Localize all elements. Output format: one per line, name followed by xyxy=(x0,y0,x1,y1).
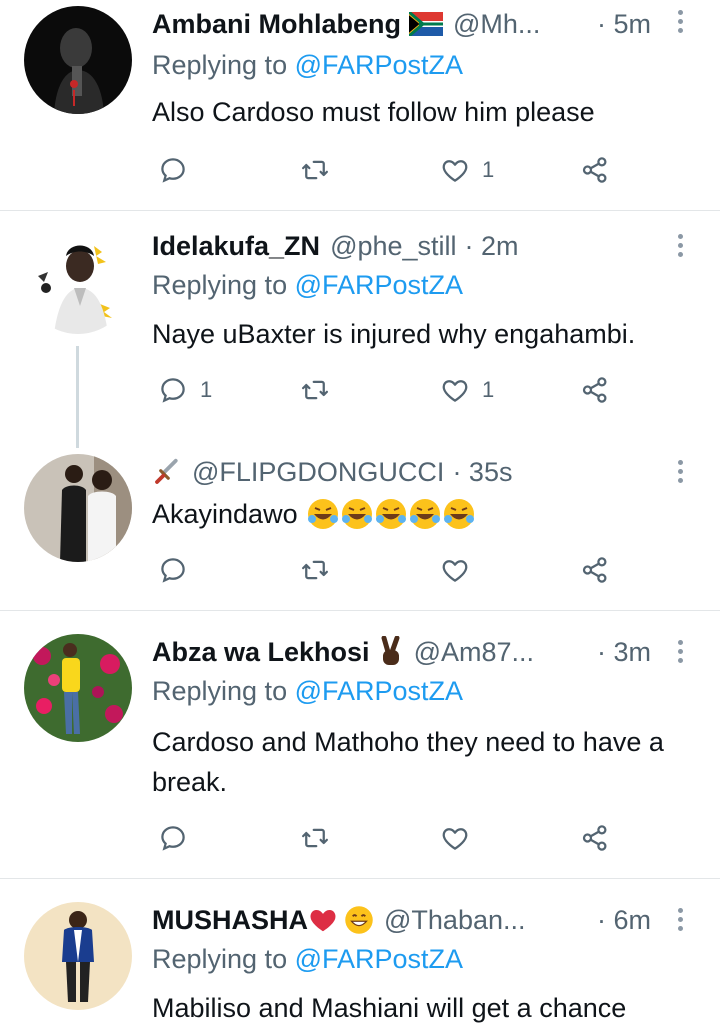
timestamp[interactable]: · 3m xyxy=(597,632,651,672)
share-icon xyxy=(582,377,607,403)
avatar-image xyxy=(24,6,132,114)
retweet-button[interactable] xyxy=(300,370,330,410)
timestamp[interactable]: · 6m xyxy=(597,900,651,940)
mention-link[interactable]: @FARPostZA xyxy=(295,50,463,80)
reply-icon xyxy=(161,558,185,583)
display-name[interactable]: MUSHASHA xyxy=(152,905,308,936)
reply-icon xyxy=(161,158,185,183)
like-button[interactable]: 1 xyxy=(440,150,494,190)
more-vertical-icon[interactable] xyxy=(676,10,684,36)
share-icon xyxy=(582,157,607,183)
retweet-button[interactable] xyxy=(300,150,330,190)
reply-count: 1 xyxy=(200,377,213,402)
replying-to: Replying to @FARPostZA xyxy=(152,270,464,300)
reply-button[interactable] xyxy=(158,818,188,858)
tweet-text: Akayindawo xyxy=(152,494,702,534)
display-name[interactable]: Ambani Mohlabeng xyxy=(152,9,401,40)
share-icon xyxy=(582,825,607,851)
tweet-actions: 1 xyxy=(0,150,720,190)
avatar[interactable] xyxy=(24,454,132,562)
thread-connector-line xyxy=(76,346,79,448)
replying-to: Replying to @FARPostZA xyxy=(152,50,464,80)
display-name[interactable]: Abza wa Lekhosi xyxy=(152,637,370,668)
avatar-image xyxy=(24,454,132,562)
share-button[interactable] xyxy=(580,550,610,590)
like-button[interactable]: 1 xyxy=(440,370,494,410)
reply-icon xyxy=(161,378,185,403)
heart-icon xyxy=(442,828,468,850)
user-handle[interactable]: @phe_still xyxy=(330,231,456,262)
retweet-button[interactable] xyxy=(300,818,330,858)
tweet[interactable]: Abza wa Lekhosi @Am87... · 3m Replying t… xyxy=(0,632,720,878)
heart-icon xyxy=(442,560,468,582)
laughing-emoji-group xyxy=(306,497,478,531)
like-button[interactable] xyxy=(440,550,470,590)
tweet[interactable]: MUSHASHA @Thaban... · 6m Replying to @FA… xyxy=(0,900,720,1031)
avatar-image xyxy=(24,634,132,742)
tweet[interactable]: Idelakufa_ZN @phe_still · 2m Replying to… xyxy=(0,226,720,436)
heart-icon xyxy=(442,380,468,402)
timestamp[interactable]: · 5m xyxy=(597,4,651,44)
more-vertical-icon[interactable] xyxy=(676,908,684,934)
replying-to: Replying to @FARPostZA xyxy=(152,676,464,706)
red-heart-icon xyxy=(308,905,338,935)
reply-button[interactable] xyxy=(158,550,188,590)
user-handle[interactable]: @FLIPGDONGUCCI xyxy=(192,457,444,488)
user-handle[interactable]: @Thaban... xyxy=(384,905,526,936)
share-button[interactable] xyxy=(580,150,610,190)
timestamp[interactable]: · 35s xyxy=(452,457,512,488)
retweet-button[interactable] xyxy=(300,550,330,590)
reply-icon xyxy=(161,826,185,851)
reply-button[interactable]: 1 xyxy=(158,370,212,410)
mention-link[interactable]: @FARPostZA xyxy=(295,944,463,974)
avatar[interactable] xyxy=(24,226,132,334)
tweet-actions xyxy=(0,550,720,590)
like-count: 1 xyxy=(482,157,495,182)
tweet-text: Also Cardoso must follow him please xyxy=(152,97,595,127)
avatar-image xyxy=(24,226,132,334)
reply-button[interactable] xyxy=(158,150,200,190)
user-handle[interactable]: @Mh... xyxy=(453,9,540,40)
retweet-icon xyxy=(302,160,328,180)
display-name[interactable]: Idelakufa_ZN xyxy=(152,231,320,262)
tweet-actions: 1 1 xyxy=(0,370,720,410)
timestamp[interactable]: · 2m xyxy=(465,231,519,262)
retweet-icon xyxy=(302,380,328,400)
avatar[interactable] xyxy=(24,6,132,114)
avatar[interactable] xyxy=(24,634,132,742)
divider xyxy=(0,210,720,211)
share-button[interactable] xyxy=(580,818,610,858)
more-vertical-icon[interactable] xyxy=(676,234,684,260)
divider xyxy=(0,610,720,611)
replying-to: Replying to @FARPostZA xyxy=(152,944,464,974)
dagger-icon xyxy=(152,457,182,487)
tweet-text: Naye uBaxter is injured why engahambi. xyxy=(152,319,636,349)
user-handle[interactable]: @Am87... xyxy=(414,637,534,668)
like-button[interactable] xyxy=(440,818,470,858)
like-count: 1 xyxy=(482,377,495,402)
retweet-icon xyxy=(302,560,328,580)
more-vertical-icon[interactable] xyxy=(676,640,684,666)
divider xyxy=(0,878,720,879)
avatar-image xyxy=(24,902,132,1010)
retweet-icon xyxy=(302,828,328,848)
tweet-text: Mabiliso and Mashiani will get a chance xyxy=(152,993,627,1023)
tweet[interactable]: Ambani Mohlabeng @Mh... · 5m Replying to… xyxy=(0,0,720,210)
tweet[interactable]: @FLIPGDONGUCCI · 35s Akayindawo xyxy=(0,452,720,610)
heart-icon xyxy=(442,160,468,182)
share-icon xyxy=(582,557,607,583)
mention-link[interactable]: @FARPostZA xyxy=(295,676,463,706)
victory-hand-icon xyxy=(378,636,404,668)
mention-link[interactable]: @FARPostZA xyxy=(295,270,463,300)
avatar[interactable] xyxy=(24,902,132,1010)
tweet-actions xyxy=(0,818,720,858)
tweet-text: Cardoso and Mathoho they need to have a … xyxy=(152,727,664,797)
more-vertical-icon[interactable] xyxy=(676,460,684,486)
flag-icon xyxy=(409,12,443,36)
grinning-face-icon xyxy=(344,905,374,935)
share-button[interactable] xyxy=(580,370,610,410)
